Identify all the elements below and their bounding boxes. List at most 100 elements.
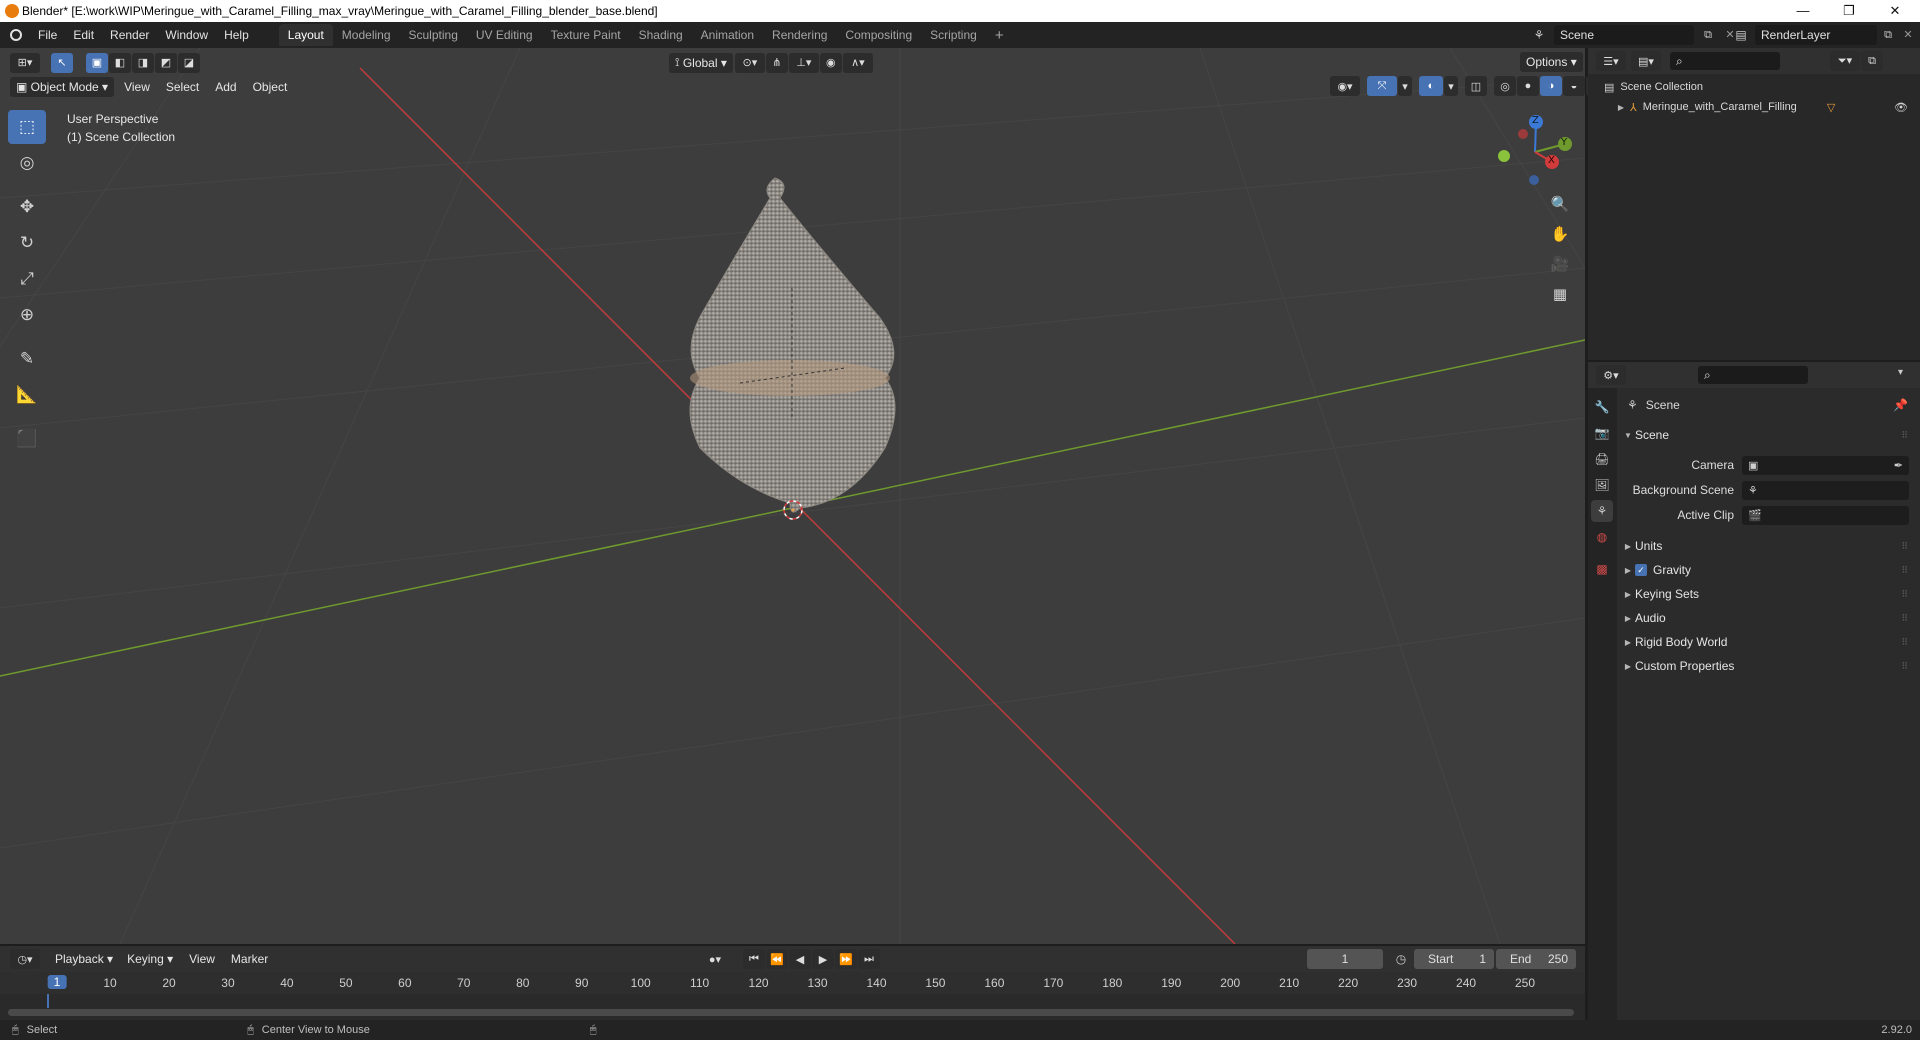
- scale-tool-icon[interactable]: ⤢: [8, 262, 46, 296]
- viewport-menu-select[interactable]: Select: [158, 80, 207, 94]
- timeline-editor-type-icon[interactable]: ◷▾: [10, 949, 40, 969]
- outliner-search-input[interactable]: ⌕: [1670, 52, 1780, 70]
- select-box-tool-icon[interactable]: ⬚: [8, 110, 46, 144]
- viewport-menu-view[interactable]: View: [116, 80, 158, 94]
- restore-button[interactable]: ❐: [1826, 0, 1872, 22]
- mode-dropdown[interactable]: ▣ Object Mode ▾: [10, 76, 115, 97]
- audio-panel-header[interactable]: ▶ Audio ⠿: [1617, 606, 1920, 630]
- drag-handle-icon[interactable]: ⠿: [1901, 637, 1908, 648]
- shading-material-icon[interactable]: ◑: [1540, 76, 1562, 96]
- add-cube-tool-icon[interactable]: ⬛: [8, 422, 46, 456]
- filter-icon[interactable]: ⏷▾: [1830, 51, 1860, 71]
- add-workspace-button[interactable]: +: [986, 23, 1013, 48]
- pan-hand-icon[interactable]: ✋: [1546, 220, 1574, 248]
- select-difference-icon[interactable]: ◩: [155, 52, 177, 73]
- scene-panel-header[interactable]: ▼ Scene ⠿: [1617, 423, 1920, 447]
- outliner-root-row[interactable]: ▤ Scene Collection: [1604, 78, 1703, 96]
- menu-window[interactable]: Window: [157, 28, 216, 42]
- drag-handle-icon[interactable]: ⠿: [1901, 613, 1908, 624]
- overlay-toggle-icon[interactable]: ◐: [1419, 76, 1443, 96]
- timeline-ruler[interactable]: 1 10 20 30 40 50 60 70 80 90 100 110 120 130 140 150 160…: [0, 972, 1585, 994]
- properties-options-icon[interactable]: ▾: [1898, 367, 1903, 378]
- shading-rendered-icon[interactable]: ◒: [1563, 76, 1585, 96]
- snap-icon[interactable]: ⋔: [765, 52, 788, 73]
- 3d-viewport[interactable]: [0, 48, 1585, 944]
- world-tab-icon[interactable]: ◍: [1591, 526, 1613, 548]
- preview-range-icon[interactable]: ◷: [1390, 949, 1412, 969]
- close-button[interactable]: ✕: [1872, 0, 1918, 22]
- visibility-eye-icon[interactable]: 👁: [1894, 101, 1908, 114]
- navigation-gizmo[interactable]: Z Y X: [1490, 112, 1580, 192]
- tab-sculpting[interactable]: Sculpting: [400, 24, 467, 46]
- zoom-icon[interactable]: 🔍: [1546, 190, 1574, 218]
- select-extend-icon[interactable]: ◧: [109, 52, 131, 73]
- drag-handle-icon[interactable]: ⠿: [1901, 661, 1908, 672]
- gravity-panel-header[interactable]: ▶ ✓ Gravity ⠿: [1617, 558, 1920, 582]
- rotate-tool-icon[interactable]: ↻: [8, 226, 46, 260]
- shading-solid-icon[interactable]: ●: [1517, 76, 1539, 96]
- menu-render[interactable]: Render: [102, 28, 157, 42]
- falloff-icon[interactable]: ∧▾: [842, 52, 873, 73]
- outliner-item-meringue[interactable]: ▶ ⅄ Meringue_with_Caramel_Filling ▽ 👁: [1614, 98, 1914, 116]
- properties-search-input[interactable]: ⌕: [1698, 366, 1808, 384]
- scene-tab-icon[interactable]: ⚘: [1591, 500, 1613, 522]
- drag-handle-icon[interactable]: ⠿: [1901, 565, 1908, 576]
- output-tab-icon[interactable]: 🖨: [1591, 448, 1613, 470]
- outliner-editor-type-icon[interactable]: ☰▾: [1596, 51, 1626, 71]
- timeline-menu-marker[interactable]: Marker: [223, 952, 276, 966]
- playback-menu[interactable]: Playback ▾: [49, 949, 119, 969]
- select-subtract-icon[interactable]: ◨: [132, 52, 154, 73]
- minimize-button[interactable]: —: [1780, 0, 1826, 22]
- jump-start-icon[interactable]: ⏮: [743, 949, 765, 969]
- pivot-point-icon[interactable]: ⊙▾: [734, 52, 765, 73]
- viewport-menu-object[interactable]: Object: [245, 80, 296, 94]
- tab-animation[interactable]: Animation: [692, 24, 763, 46]
- scene-icon[interactable]: ⚘: [1526, 25, 1552, 45]
- tab-compositing[interactable]: Compositing: [836, 24, 921, 46]
- gizmo-dropdown-icon[interactable]: ▾: [1398, 76, 1412, 96]
- perspective-grid-icon[interactable]: ▦: [1546, 280, 1574, 308]
- units-panel-header[interactable]: ▶ Units ⠿: [1617, 534, 1920, 558]
- select-intersect-icon[interactable]: ◪: [178, 52, 200, 73]
- keying-sets-panel-header[interactable]: ▶ Keying Sets ⠿: [1617, 582, 1920, 606]
- drag-handle-icon[interactable]: ⠿: [1901, 541, 1908, 552]
- keying-menu[interactable]: Keying ▾: [121, 949, 179, 969]
- menu-edit[interactable]: Edit: [65, 28, 102, 42]
- menu-file[interactable]: File: [30, 28, 65, 42]
- expand-arrow-icon[interactable]: ▶: [1614, 103, 1628, 112]
- new-collection-icon[interactable]: ⧉: [1861, 51, 1883, 71]
- drag-handle-icon[interactable]: ⠿: [1901, 430, 1908, 441]
- camera-view-icon[interactable]: 🎥: [1546, 250, 1574, 278]
- tab-shading[interactable]: Shading: [630, 24, 692, 46]
- editor-type-icon[interactable]: ⊞▾: [10, 52, 40, 73]
- eyedropper-icon[interactable]: ✒: [1894, 459, 1903, 472]
- measure-tool-icon[interactable]: 📐: [8, 378, 46, 412]
- tab-texture-paint[interactable]: Texture Paint: [542, 24, 630, 46]
- view-layer-icon[interactable]: ▤: [1727, 25, 1755, 45]
- tab-uv-editing[interactable]: UV Editing: [467, 24, 542, 46]
- scene-selector[interactable]: Scene: [1554, 25, 1694, 45]
- visibility-icon[interactable]: ◉▾: [1330, 76, 1360, 96]
- gravity-checkbox[interactable]: ✓: [1635, 564, 1647, 576]
- texture-tab-icon[interactable]: ▩: [1591, 558, 1613, 580]
- render-tab-icon[interactable]: 📷: [1591, 422, 1613, 444]
- start-frame-field[interactable]: Start 1: [1414, 949, 1494, 969]
- pin-icon[interactable]: 📌: [1893, 398, 1908, 412]
- timeline-menu-view[interactable]: View: [181, 952, 223, 966]
- cursor-tool-icon[interactable]: ◎: [8, 146, 46, 180]
- transform-orientation-dropdown[interactable]: ⟟ Global ▾: [669, 52, 733, 73]
- proportional-edit-icon[interactable]: ◉: [819, 52, 842, 73]
- play-reverse-icon[interactable]: ◀: [789, 949, 811, 969]
- jump-keyframe-back-icon[interactable]: ⏪: [766, 949, 788, 969]
- jump-end-icon[interactable]: ⏭: [858, 949, 880, 969]
- drag-handle-icon[interactable]: ⠿: [1901, 589, 1908, 600]
- jump-keyframe-forward-icon[interactable]: ⏩: [835, 949, 857, 969]
- custom-properties-panel-header[interactable]: ▶ Custom Properties ⠿: [1617, 654, 1920, 678]
- tab-layout[interactable]: Layout: [278, 24, 333, 46]
- options-button[interactable]: Options ▾: [1520, 52, 1583, 72]
- end-frame-field[interactable]: End 250: [1496, 949, 1576, 969]
- move-tool-icon[interactable]: ✥: [8, 190, 46, 224]
- select-tweak-icon[interactable]: ↖: [51, 52, 73, 73]
- select-new-icon[interactable]: ▣: [86, 52, 108, 73]
- current-frame-field[interactable]: 1: [1307, 949, 1383, 969]
